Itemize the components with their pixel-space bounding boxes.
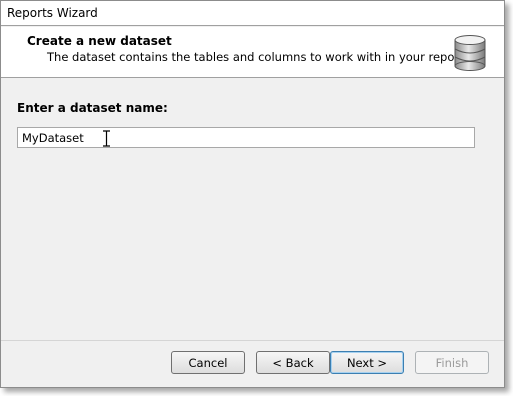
back-button[interactable]: < Back	[256, 351, 330, 374]
next-button[interactable]: Next >	[330, 351, 404, 374]
text-cursor-icon	[103, 130, 110, 147]
dataset-name-label: Enter a dataset name:	[17, 101, 168, 115]
wizard-header: Create a new dataset The dataset contain…	[1, 27, 504, 78]
header-subtitle: The dataset contains the tables and colu…	[47, 50, 468, 64]
finish-button[interactable]: Finish	[415, 351, 489, 374]
cancel-button[interactable]: Cancel	[171, 351, 245, 374]
database-icon	[454, 35, 486, 71]
dataset-name-input[interactable]	[17, 127, 475, 148]
window-title: Reports Wizard	[7, 6, 98, 20]
header-title: Create a new dataset	[27, 34, 172, 48]
wizard-window: Reports Wizard Create a new dataset The …	[0, 0, 505, 388]
title-bar[interactable]: Reports Wizard	[1, 1, 504, 26]
footer-divider	[1, 340, 504, 341]
